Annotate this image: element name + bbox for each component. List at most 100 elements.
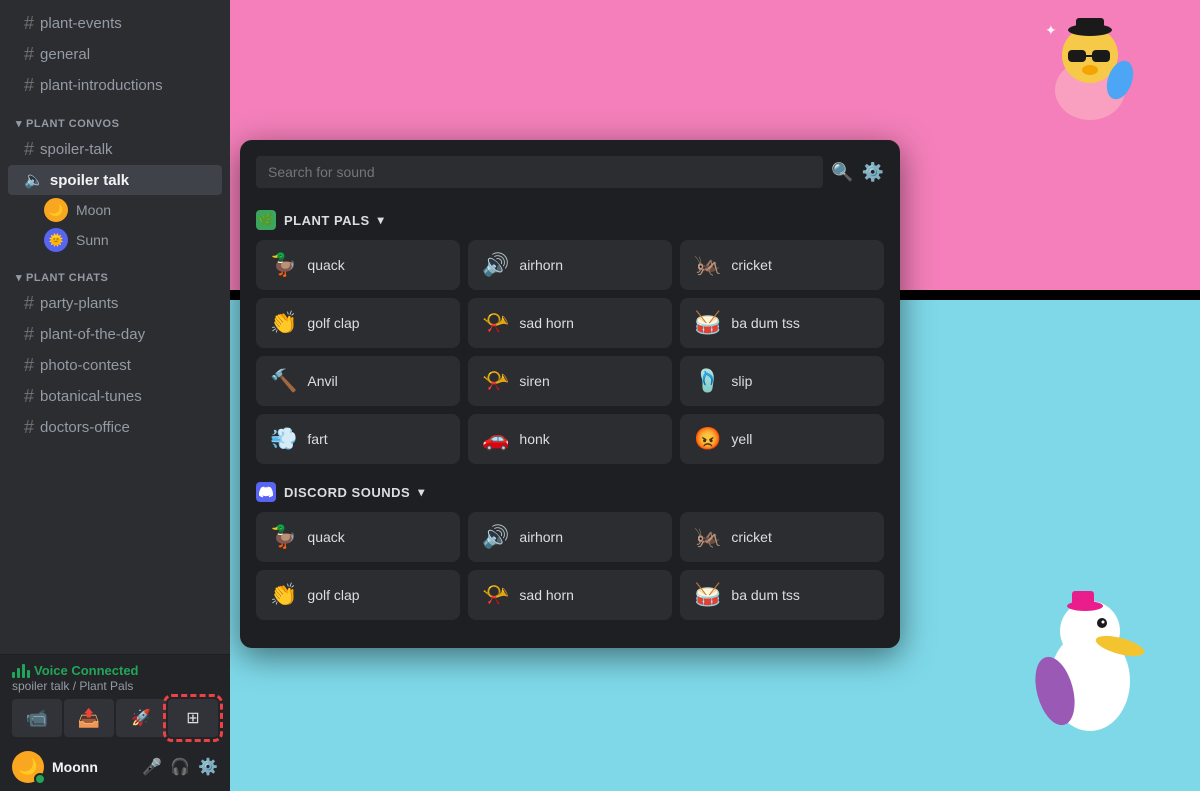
sound-button-airhorn[interactable]: 🔊 airhorn xyxy=(468,240,672,290)
sidebar-item-plant-of-the-day[interactable]: # plant-of-the-day xyxy=(8,319,222,350)
sound-label: ba dum tss xyxy=(731,587,799,603)
mute-icon[interactable]: 🎤 xyxy=(142,757,162,777)
sound-label: Anvil xyxy=(307,373,337,389)
sound-button-airhorn[interactable]: 🔊 airhorn xyxy=(468,512,672,562)
sound-emoji: 🥁 xyxy=(694,310,721,336)
sidebar-item-general[interactable]: # general xyxy=(8,39,222,70)
deafen-icon[interactable]: 🎧 xyxy=(170,757,190,777)
sound-emoji: 🔨 xyxy=(270,368,297,394)
plant-pals-section-header[interactable]: 🌿 PLANT PALS ▾ xyxy=(256,204,884,240)
sound-emoji: 🥁 xyxy=(694,582,721,608)
chevron-down-icon: ▾ xyxy=(378,213,385,227)
sound-label: sad horn xyxy=(519,587,573,603)
chevron-down-icon: ▾ xyxy=(16,271,22,284)
username: Moonn xyxy=(52,759,134,775)
sound-emoji: 💨 xyxy=(270,426,297,452)
sound-emoji: 🚗 xyxy=(482,426,509,452)
sound-button-honk[interactable]: 🚗 honk xyxy=(468,414,672,464)
hash-icon: # xyxy=(24,324,34,345)
sound-button-sad-horn[interactable]: 📯 sad horn xyxy=(468,298,672,348)
sound-button-quack[interactable]: 🦆 quack xyxy=(256,512,460,562)
sound-button-ba-dum-tss[interactable]: 🥁 ba dum tss xyxy=(680,298,884,348)
sound-button-sad-horn[interactable]: 📯 sad horn xyxy=(468,570,672,620)
voice-connected-bar: Voice Connected spoiler talk / Plant Pal… xyxy=(0,654,230,743)
voice-connected-title: Voice Connected xyxy=(12,663,218,678)
sound-emoji: 🩴 xyxy=(694,368,721,394)
activity-button[interactable]: 🚀 xyxy=(116,699,166,737)
camera-button[interactable]: 📹 xyxy=(12,699,62,737)
sound-button-ba-dum-tss[interactable]: 🥁 ba dum tss xyxy=(680,570,884,620)
hash-icon: # xyxy=(24,75,34,96)
sound-label: cricket xyxy=(731,529,771,545)
speaker-icon: 🔈 xyxy=(24,170,44,190)
sidebar-item-spoiler-talk-text[interactable]: # spoiler-talk xyxy=(8,134,222,165)
hash-icon: # xyxy=(24,13,34,34)
sidebar-item-spoiler-talk-voice[interactable]: 🔈 spoiler talk xyxy=(8,165,222,195)
voice-connected-subtitle: spoiler talk / Plant Pals xyxy=(12,679,218,693)
sidebar-item-botanical-tunes[interactable]: # botanical-tunes xyxy=(8,381,222,412)
sound-emoji: 😡 xyxy=(694,426,721,452)
share-button[interactable]: 📤 xyxy=(64,699,114,737)
sound-button-cricket[interactable]: 🦗 cricket xyxy=(680,512,884,562)
sound-label: airhorn xyxy=(519,529,563,545)
sound-emoji: 🦗 xyxy=(694,252,721,278)
sound-picker-modal: 🌿 🔍 ⚙️ 🌿 PLANT PALS ▾ 🦆 quack xyxy=(240,140,900,648)
voice-action-buttons: 📹 📤 🚀 ⊞ xyxy=(12,699,218,737)
sound-button-Anvil[interactable]: 🔨 Anvil xyxy=(256,356,460,406)
category-plant-chats[interactable]: ▾ PLANT CHATS xyxy=(0,255,230,288)
sound-button-cricket[interactable]: 🦗 cricket xyxy=(680,240,884,290)
discord-sounds-icon xyxy=(256,482,276,502)
sound-label: slip xyxy=(731,373,752,389)
settings-icon[interactable]: ⚙️ xyxy=(862,162,884,183)
sidebar-item-photo-contest[interactable]: # photo-contest xyxy=(8,350,222,381)
settings-icon[interactable]: ⚙️ xyxy=(198,757,218,777)
sound-label: cricket xyxy=(731,257,771,273)
sound-label: siren xyxy=(519,373,549,389)
sound-label: quack xyxy=(307,257,344,273)
discord-sounds-section: DISCORD SOUNDS ▾ 🦆 quack 🔊 airhorn 🦗 cri… xyxy=(256,476,884,620)
sound-emoji: 👏 xyxy=(270,582,297,608)
sidebar-item-plant-events[interactable]: # plant-events xyxy=(8,8,222,39)
sub-user-sunn[interactable]: 🌞 Sunn xyxy=(44,225,222,255)
voice-channel-users: 🌙 Moon 🌞 Sunn xyxy=(0,195,230,255)
chevron-down-icon: ▾ xyxy=(16,117,22,130)
hash-icon: # xyxy=(24,417,34,438)
sound-button-golf-clap[interactable]: 👏 golf clap xyxy=(256,298,460,348)
sound-label: airhorn xyxy=(519,257,563,273)
search-input[interactable] xyxy=(256,156,823,188)
sound-button-yell[interactable]: 😡 yell xyxy=(680,414,884,464)
sound-button-golf-clap[interactable]: 👏 golf clap xyxy=(256,570,460,620)
sound-label: fart xyxy=(307,431,327,447)
avatar-moon: 🌙 xyxy=(44,198,68,222)
category-plant-convos[interactable]: ▾ PLANT CONVOS xyxy=(0,101,230,134)
sub-user-moon[interactable]: 🌙 Moon xyxy=(44,195,222,225)
sound-button-fart[interactable]: 💨 fart xyxy=(256,414,460,464)
sound-label: ba dum tss xyxy=(731,315,799,331)
character-top: ✦ xyxy=(1030,10,1150,130)
hash-icon: # xyxy=(24,293,34,314)
hash-icon: # xyxy=(24,139,34,160)
soundboard-button[interactable]: ⊞ xyxy=(168,699,218,737)
user-panel-controls: 🎤 🎧 ⚙️ xyxy=(142,757,218,777)
sound-emoji: 📯 xyxy=(482,368,509,394)
hash-icon: # xyxy=(24,386,34,407)
sound-button-quack[interactable]: 🦆 quack xyxy=(256,240,460,290)
search-icon[interactable]: 🔍 xyxy=(831,162,853,183)
sound-button-siren[interactable]: 📯 siren xyxy=(468,356,672,406)
main-area: ✦ 🌿 xyxy=(230,0,1200,791)
sound-label: honk xyxy=(519,431,549,447)
svg-text:✦: ✦ xyxy=(1045,22,1057,38)
sidebar-item-plant-introductions[interactable]: # plant-introductions xyxy=(8,70,222,101)
sound-label: golf clap xyxy=(307,587,359,603)
sidebar-item-doctors-office[interactable]: # doctors-office xyxy=(8,412,222,443)
character-bottom xyxy=(1030,581,1160,741)
chevron-down-icon: ▾ xyxy=(418,485,425,499)
sound-emoji: 📯 xyxy=(482,310,509,336)
hash-icon: # xyxy=(24,44,34,65)
sound-button-slip[interactable]: 🩴 slip xyxy=(680,356,884,406)
sound-emoji: 📯 xyxy=(482,582,509,608)
avatar-sunn: 🌞 xyxy=(44,228,68,252)
sidebar-item-party-plants[interactable]: # party-plants xyxy=(8,288,222,319)
sound-search-row: 🔍 ⚙️ xyxy=(256,156,884,188)
discord-sounds-section-header[interactable]: DISCORD SOUNDS ▾ xyxy=(256,476,884,512)
